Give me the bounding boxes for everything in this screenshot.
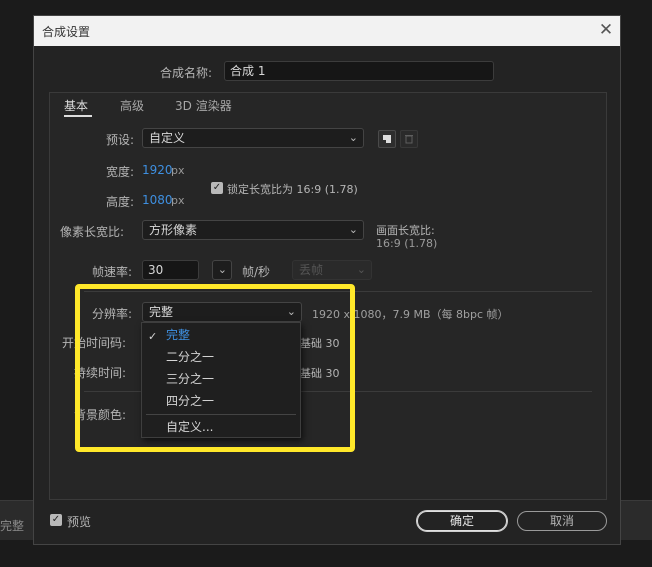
- pixel-aspect-value: 方形像素: [149, 223, 198, 237]
- height-value[interactable]: 1080: [142, 193, 173, 207]
- tab-3d-renderer[interactable]: 3D 渲染器: [175, 97, 232, 114]
- comp-name-input[interactable]: 合成 1: [224, 61, 494, 81]
- resolution-label: 分辨率:: [92, 307, 133, 321]
- dropdown-separator: [146, 414, 296, 415]
- pixel-aspect-select[interactable]: 方形像素 ⌄: [142, 220, 364, 240]
- preview-checkbox[interactable]: ✓: [50, 514, 62, 526]
- cancel-button[interactable]: 取消: [517, 511, 607, 531]
- duration-label: 持续时间:: [74, 366, 127, 380]
- frame-aspect-label: 画面长宽比:: [376, 224, 435, 237]
- tab-advanced[interactable]: 高级: [120, 97, 144, 114]
- frame-rate-input[interactable]: 30: [142, 260, 199, 280]
- dropdown-item-full[interactable]: 完整: [142, 324, 300, 346]
- chevron-down-icon: ⌄: [348, 131, 358, 144]
- background-label: 完整: [0, 519, 25, 533]
- chevron-down-icon: ⌄: [348, 223, 358, 236]
- frame-aspect-value: 16:9 (1.78): [376, 237, 438, 250]
- start-timecode-label: 开始时间码:: [62, 336, 127, 350]
- frame-rate-label: 帧速率:: [92, 265, 133, 279]
- lock-aspect-label: 锁定长宽比为 16:9 (1.78): [227, 183, 358, 196]
- comp-name-label: 合成名称:: [160, 66, 213, 80]
- chevron-down-icon: ⌄: [356, 263, 366, 276]
- delete-preset-icon[interactable]: [400, 130, 418, 148]
- height-label: 高度:: [106, 195, 135, 209]
- pixel-aspect-label: 像素长宽比:: [60, 225, 125, 239]
- dropdown-item-third[interactable]: 三分之一: [142, 368, 300, 390]
- frame-rate-unit: 帧/秒: [242, 265, 271, 279]
- duration-base: 基础 30: [300, 367, 340, 380]
- lock-aspect-checkbox[interactable]: ✓: [211, 182, 223, 194]
- frame-rate-menu[interactable]: ⌄: [212, 260, 232, 280]
- composition-settings-dialog: 合成设置 ✕ 合成名称: 合成 1 基本 高级 3D 渲染器 预设: 自定义 ⌄…: [33, 15, 621, 545]
- resolution-info: 1920 x 1080，7.9 MB（每 8bpc 帧）: [312, 308, 509, 321]
- settings-panel: [49, 92, 607, 500]
- preset-value: 自定义: [149, 131, 186, 145]
- dropdown-item-half[interactable]: 二分之一: [142, 346, 300, 368]
- resolution-value: 完整: [149, 305, 174, 319]
- preview-label: 预览: [67, 515, 92, 529]
- preset-select[interactable]: 自定义 ⌄: [142, 128, 364, 148]
- ok-button[interactable]: 确定: [417, 511, 507, 531]
- chevron-down-icon: ⌄: [286, 305, 296, 318]
- bg-color-label: 背景颜色:: [74, 408, 127, 422]
- title-bar[interactable]: 合成设置 ✕: [34, 16, 620, 46]
- save-preset-icon[interactable]: [378, 130, 396, 148]
- resolution-dropdown: ✓ 完整 二分之一 三分之一 四分之一 自定义...: [141, 322, 301, 438]
- drop-frame-select: 丢帧 ⌄: [292, 260, 372, 280]
- divider: [84, 291, 592, 292]
- width-label: 宽度:: [106, 165, 135, 179]
- width-unit: px: [171, 164, 185, 177]
- width-value[interactable]: 1920: [142, 163, 173, 177]
- resolution-select[interactable]: 完整 ⌄: [142, 302, 302, 322]
- height-unit: px: [171, 194, 185, 207]
- start-timecode-base: 基础 30: [300, 337, 340, 350]
- dropdown-item-custom[interactable]: 自定义...: [142, 416, 300, 438]
- preset-label: 预设:: [106, 133, 135, 147]
- close-icon[interactable]: ✕: [596, 20, 616, 40]
- chevron-down-icon: ⌄: [217, 263, 227, 276]
- tab-basic[interactable]: 基本: [64, 97, 88, 114]
- dialog-title: 合成设置: [42, 25, 91, 39]
- tab-underline: [64, 115, 92, 117]
- dropdown-item-quarter[interactable]: 四分之一: [142, 390, 300, 412]
- drop-frame-value: 丢帧: [299, 263, 324, 277]
